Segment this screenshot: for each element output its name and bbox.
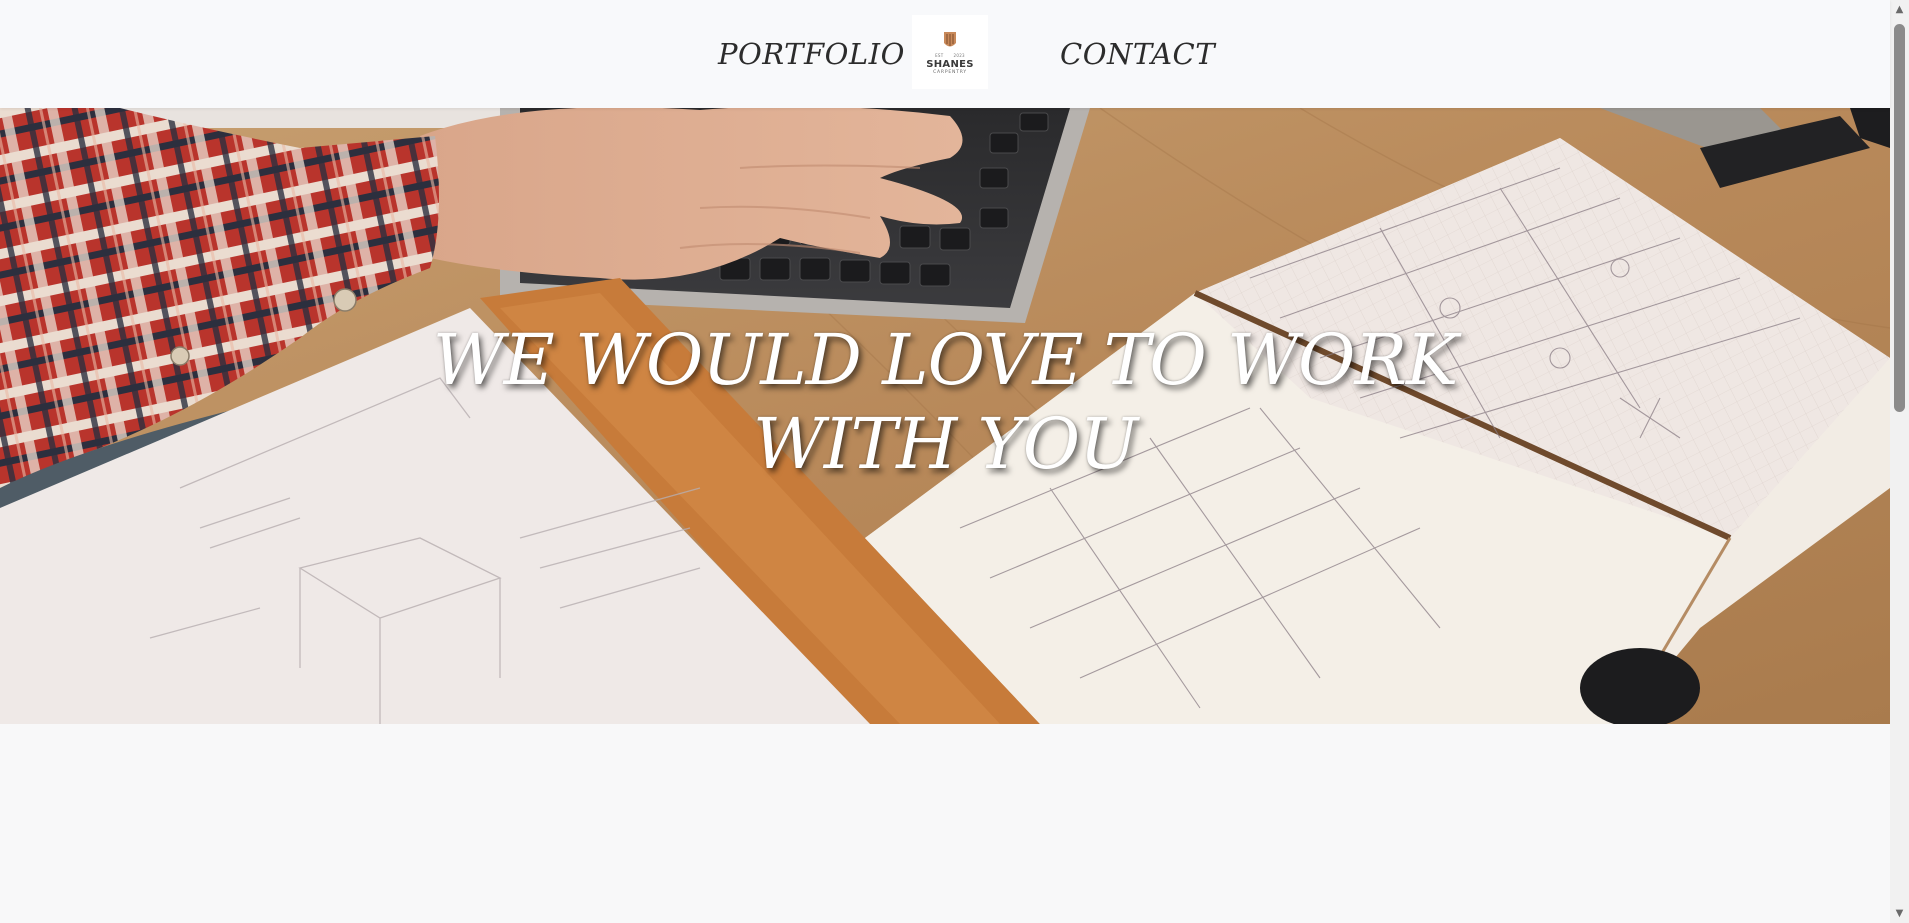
logo-subtitle: CARPENTRY <box>933 69 967 75</box>
logo-est: EST 2023 <box>935 53 965 58</box>
logo-est-right: 2023 <box>953 52 965 58</box>
content-area <box>0 724 1890 923</box>
vertical-scrollbar[interactable]: ▲ ▼ <box>1890 0 1909 923</box>
hero-heading-line1: WE WOULD LOVE TO WORK <box>432 319 1459 401</box>
nav-portfolio-link[interactable]: PORTFOLIO <box>718 34 905 74</box>
logo-est-left: EST <box>935 52 944 58</box>
scrollbar-thumb[interactable] <box>1894 24 1905 412</box>
hero-heading: WE WOULD LOVE TO WORK WITH YOU <box>0 318 1890 486</box>
hero-banner: WE WOULD LOVE TO WORK WITH YOU <box>0 108 1890 724</box>
logo-shield-icon <box>944 31 956 46</box>
scroll-down-arrow-icon[interactable]: ▼ <box>1890 904 1909 923</box>
site-header: PORTFOLIO EST 2023 SHANES CARPENTRY CONT… <box>0 0 1890 108</box>
nav-contact-link[interactable]: CONTACT <box>1060 34 1215 74</box>
logo-name: SHANES <box>926 58 974 70</box>
hero-heading-line2: WITH YOU <box>752 403 1138 485</box>
site-logo[interactable]: EST 2023 SHANES CARPENTRY <box>912 15 988 89</box>
page: PORTFOLIO EST 2023 SHANES CARPENTRY CONT… <box>0 0 1909 923</box>
scroll-up-arrow-icon[interactable]: ▲ <box>1890 0 1909 19</box>
